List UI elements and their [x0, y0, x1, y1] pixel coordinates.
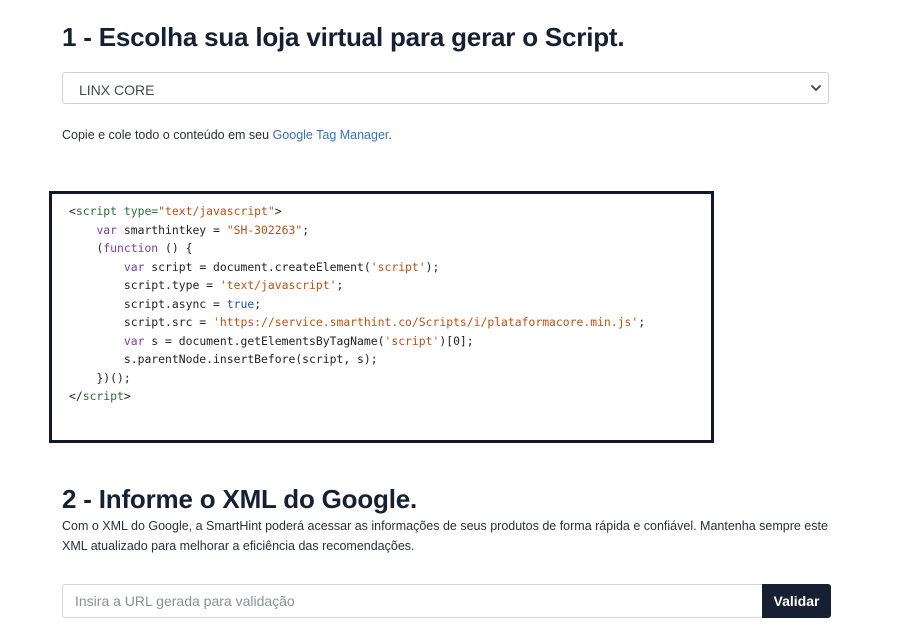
code-line: </script> — [69, 389, 131, 403]
platform-select[interactable]: LINX CORE — [62, 72, 829, 104]
instruction-text: Copie e cole todo o conteúdo em seu — [62, 128, 273, 142]
code-line: s.parentNode.insertBefore(script, s); — [123, 352, 378, 366]
code-line: <script type="text/javascript"> — [69, 204, 282, 218]
code-line: script.src = 'https://service.smarthint.… — [123, 315, 646, 329]
code-line: var smarthintkey = "SH-302263"; — [96, 222, 310, 237]
code-line: var s = document.getElementsByTagName('s… — [123, 333, 474, 348]
code-line: var script = document.createElement('scr… — [123, 259, 440, 274]
section-2-title: 2 - Informe o XML do Google. — [62, 484, 418, 514]
xml-url-input[interactable] — [62, 584, 763, 618]
xml-description: Com o XML do Google, a SmartHint poderá … — [62, 519, 828, 553]
code-line: script.type = 'text/javascript'; — [123, 278, 344, 292]
platform-select-value: LINX CORE — [79, 82, 155, 98]
google-tag-manager-link[interactable]: Google Tag Manager — [273, 128, 389, 142]
code-line: script.async = true; — [123, 296, 262, 311]
validate-button[interactable]: Validar — [762, 584, 831, 618]
script-code-block[interactable]: <script type="text/javascript"> var smar… — [49, 191, 714, 443]
copy-instruction: Copie e cole todo o conteúdo em seu Goog… — [62, 128, 392, 142]
code-line: })(); — [96, 370, 131, 385]
section-1-title: 1 - Escolha sua loja virtual para gerar … — [62, 22, 625, 52]
code-line: (function () { — [96, 241, 193, 255]
instruction-suffix: . — [388, 128, 392, 142]
chevron-down-icon — [811, 85, 821, 91]
